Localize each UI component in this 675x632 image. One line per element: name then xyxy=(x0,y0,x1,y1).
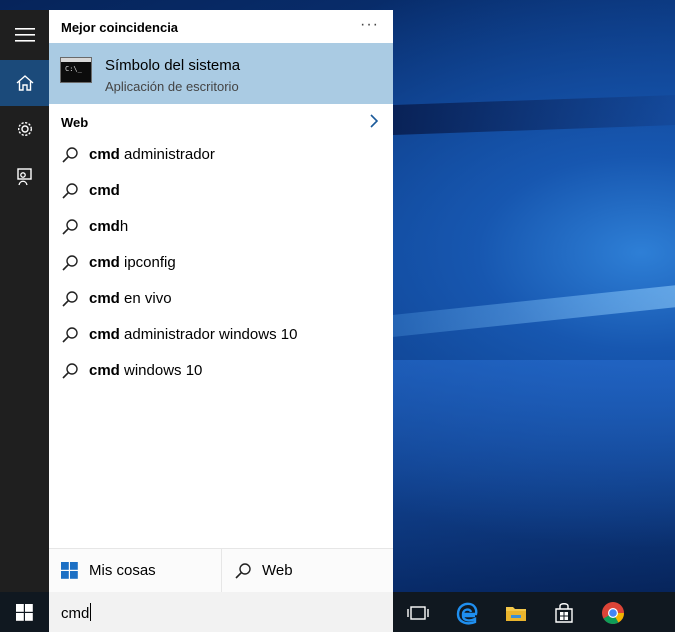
web-suggestion-rest: administrador windows 10 xyxy=(119,326,298,343)
web-suggestion-item[interactable]: cmd ipconfig xyxy=(49,245,393,281)
gear-icon xyxy=(17,121,32,137)
web-suggestion-text: cmd windows 10 xyxy=(89,362,202,379)
web-suggestion-item[interactable]: cmd administrador windows 10 xyxy=(49,317,393,353)
search-icon xyxy=(235,563,251,579)
hamburger-menu-button[interactable] xyxy=(0,12,49,58)
file-explorer-icon[interactable] xyxy=(503,600,529,626)
home-button[interactable] xyxy=(0,60,49,106)
store-icon[interactable] xyxy=(551,600,577,626)
feedback-button[interactable] xyxy=(0,154,49,200)
chevron-right-icon[interactable] xyxy=(369,113,379,129)
tab-web[interactable]: Web xyxy=(222,549,393,593)
wallpaper-beam xyxy=(390,360,675,600)
task-view-icon[interactable] xyxy=(405,600,431,626)
search-icon xyxy=(62,363,78,379)
tab-web-label: Web xyxy=(262,562,293,579)
web-suggestion-rest: en vivo xyxy=(119,290,172,307)
best-match-result[interactable]: C:\_ Símbolo del sistema Aplicación de e… xyxy=(49,43,393,104)
home-icon xyxy=(16,75,33,91)
search-icon xyxy=(62,327,78,343)
web-suggestion-item[interactable]: cmdh xyxy=(49,209,393,245)
tab-my-stuff-label: Mis cosas xyxy=(89,562,156,579)
web-suggestion-rest: administrador xyxy=(119,146,215,163)
command-prompt-icon: C:\_ xyxy=(60,57,92,83)
web-suggestion-text: cmd xyxy=(89,182,120,199)
web-suggestion-text: cmd ipconfig xyxy=(89,254,176,271)
web-suggestion-item[interactable]: cmd xyxy=(49,173,393,209)
web-suggestion-match: cmd xyxy=(89,182,120,199)
best-match-subtitle: Aplicación de escritorio xyxy=(105,79,239,94)
web-suggestion-match: cmd xyxy=(89,290,120,307)
web-suggestion-text: cmd en vivo xyxy=(89,290,172,307)
wallpaper-beam xyxy=(390,284,675,338)
tab-my-stuff[interactable]: Mis cosas xyxy=(49,549,222,593)
search-scope-tabs: Mis cosas Web xyxy=(49,548,393,593)
command-prompt-icon-text: C:\_ xyxy=(65,65,82,73)
settings-button[interactable] xyxy=(0,106,49,152)
web-suggestion-text: cmd administrador xyxy=(89,146,215,163)
web-suggestion-match: cmd xyxy=(89,218,120,235)
web-suggestion-text: cmd administrador windows 10 xyxy=(89,326,297,343)
web-suggestion-match: cmd xyxy=(89,254,120,271)
search-icon xyxy=(62,147,78,163)
best-match-heading: Mejor coincidencia xyxy=(61,20,179,35)
search-icon xyxy=(62,183,78,199)
wallpaper-beam xyxy=(390,94,675,136)
taskbar: cmd xyxy=(0,592,675,632)
web-suggestion-match: cmd xyxy=(89,362,120,379)
start-button[interactable] xyxy=(0,592,49,632)
web-suggestion-rest: ipconfig xyxy=(119,254,176,271)
feedback-icon xyxy=(16,168,32,186)
web-suggestion-rest: h xyxy=(119,218,129,235)
windows-logo-icon xyxy=(61,562,78,579)
web-suggestion-item[interactable]: cmd en vivo xyxy=(49,281,393,317)
hamburger-icon xyxy=(14,28,35,42)
search-input[interactable]: cmd xyxy=(49,592,393,632)
web-suggestion-item[interactable]: cmd administrador xyxy=(49,137,393,173)
search-icon xyxy=(62,291,78,307)
search-results-panel: Mejor coincidencia ··· C:\_ Símbolo del … xyxy=(49,10,393,593)
web-heading: Web xyxy=(61,115,89,130)
web-suggestion-text: cmdh xyxy=(89,218,128,235)
web-suggestion-rest: windows 10 xyxy=(119,362,203,379)
search-input-value: cmd xyxy=(61,605,90,622)
best-match-title: Símbolo del sistema xyxy=(105,57,241,74)
more-options-button[interactable]: ··· xyxy=(360,16,379,34)
start-rail xyxy=(0,10,49,592)
web-suggestion-match: cmd xyxy=(89,146,120,163)
edge-browser-icon[interactable] xyxy=(454,600,480,626)
web-suggestion-item[interactable]: cmd windows 10 xyxy=(49,353,393,389)
search-icon xyxy=(62,219,78,235)
chrome-browser-icon[interactable] xyxy=(600,600,626,626)
search-icon xyxy=(62,255,78,271)
windows-start-icon xyxy=(16,603,33,621)
web-suggestion-match: cmd xyxy=(89,326,120,343)
